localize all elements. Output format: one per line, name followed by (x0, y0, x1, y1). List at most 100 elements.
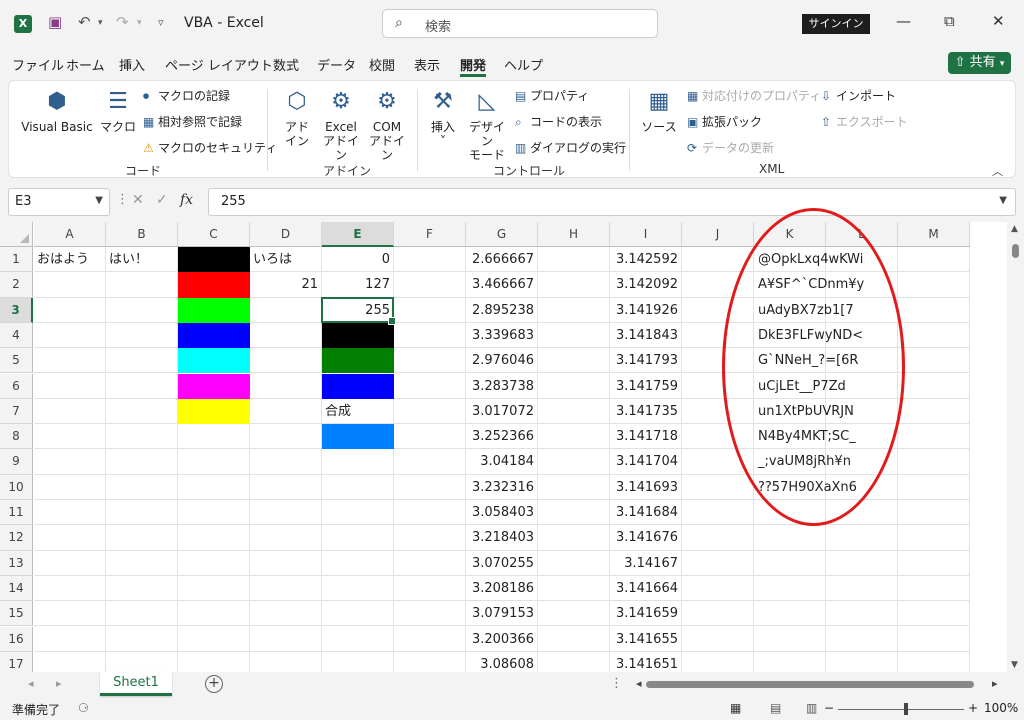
design-mode-button[interactable]: ◺ デザイン モード (465, 87, 509, 162)
import-button[interactable]: ⇩ インポート (821, 87, 896, 104)
cell-m3[interactable] (898, 297, 970, 323)
column-header-f[interactable]: F (394, 222, 466, 247)
cell-j17[interactable] (682, 651, 754, 672)
cell-h1[interactable] (538, 247, 610, 273)
zoom-slider-knob[interactable] (904, 703, 908, 715)
cell-d16[interactable] (250, 626, 322, 652)
cell-g4[interactable]: 3.339683 (466, 322, 538, 349)
column-header-e[interactable]: E (322, 222, 394, 247)
select-all-button[interactable] (0, 222, 33, 247)
sign-in-button[interactable]: サインイン (802, 14, 870, 34)
cell-c10[interactable] (178, 474, 250, 500)
cell-b12[interactable] (106, 525, 178, 551)
prev-sheet-icon[interactable]: ◂ (28, 677, 34, 690)
cell-i5[interactable]: 3.141793 (610, 348, 682, 374)
more-options-icon[interactable]: ⋮ (116, 192, 129, 207)
formula-input[interactable]: 255 ▼ (208, 188, 1016, 216)
cell-h8[interactable] (538, 424, 610, 450)
add-sheet-icon[interactable]: + (205, 675, 223, 693)
cell-m12[interactable] (898, 525, 970, 551)
cell-e9[interactable] (322, 449, 394, 475)
minimize-icon[interactable]: — (896, 12, 911, 30)
row-header-17[interactable]: 17 (0, 651, 33, 672)
cell-i1[interactable]: 3.142592 (610, 247, 682, 273)
cell-a14[interactable] (34, 575, 106, 602)
tab-review[interactable]: 校閲 (369, 55, 395, 74)
cell-c9[interactable] (178, 449, 250, 475)
cell-b5[interactable] (106, 348, 178, 374)
cell-m13[interactable] (898, 550, 970, 576)
cell-k16[interactable] (754, 626, 826, 652)
cell-j10[interactable] (682, 474, 754, 500)
cell-j12[interactable] (682, 525, 754, 551)
row-header-4[interactable]: 4 (0, 322, 33, 349)
search-box[interactable]: ⌕ 検索 (382, 9, 658, 38)
cell-f6[interactable] (394, 373, 466, 399)
cell-a3[interactable] (34, 297, 106, 323)
cell-d7[interactable] (250, 398, 322, 425)
cell-a4[interactable] (34, 322, 106, 349)
cell-a5[interactable] (34, 348, 106, 374)
cell-i15[interactable]: 3.141659 (610, 601, 682, 627)
cell-l12[interactable] (826, 525, 898, 551)
row-header-2[interactable]: 2 (0, 272, 33, 298)
row-header-6[interactable]: 6 (0, 373, 33, 399)
cell-f12[interactable] (394, 525, 466, 551)
cell-i17[interactable]: 3.141651 (610, 651, 682, 672)
cell-b6[interactable] (106, 373, 178, 399)
row-header-10[interactable]: 10 (0, 474, 33, 500)
cell-e10[interactable] (322, 474, 394, 500)
cell-b14[interactable] (106, 575, 178, 602)
cell-d14[interactable] (250, 575, 322, 602)
cell-b9[interactable] (106, 449, 178, 475)
cell-f5[interactable] (394, 348, 466, 374)
cell-m17[interactable] (898, 651, 970, 672)
cell-g12[interactable]: 3.218403 (466, 525, 538, 551)
scroll-down-icon[interactable]: ▼ (1011, 660, 1018, 670)
cell-b13[interactable] (106, 550, 178, 576)
row-header-15[interactable]: 15 (0, 601, 33, 627)
cell-d13[interactable] (250, 550, 322, 576)
cell-i2[interactable]: 3.142092 (610, 272, 682, 298)
share-button[interactable]: ⇧ 共有 ▾ (948, 52, 1011, 74)
column-header-h[interactable]: H (538, 222, 610, 247)
cell-m10[interactable] (898, 474, 970, 500)
insert-function-icon[interactable]: fx (180, 192, 193, 208)
cell-j11[interactable] (682, 500, 754, 526)
cell-g14[interactable]: 3.208186 (466, 575, 538, 602)
cell-e4[interactable] (322, 322, 394, 349)
cell-g2[interactable]: 3.466667 (466, 272, 538, 298)
cell-a11[interactable] (34, 500, 106, 526)
sheet-tab[interactable]: Sheet1 (100, 672, 172, 696)
cell-m2[interactable] (898, 272, 970, 298)
cell-d11[interactable] (250, 500, 322, 526)
cell-c11[interactable] (178, 500, 250, 526)
enter-icon[interactable]: ✓ (156, 192, 168, 208)
cell-g8[interactable]: 3.252366 (466, 424, 538, 450)
cell-f13[interactable] (394, 550, 466, 576)
name-box[interactable]: E3 ▼ (8, 188, 110, 216)
cell-f16[interactable] (394, 626, 466, 652)
cell-m6[interactable] (898, 373, 970, 399)
cell-m4[interactable] (898, 322, 970, 349)
redo-icon[interactable]: ↷ (116, 13, 129, 31)
collapse-ribbon-icon[interactable]: ︿ (992, 163, 1003, 179)
cell-e16[interactable] (322, 626, 394, 652)
horizontal-scrollbar-thumb[interactable] (646, 681, 974, 688)
cell-e2[interactable]: 127 (322, 272, 394, 298)
cell-e11[interactable] (322, 500, 394, 526)
macro-button[interactable]: ☰ マクロ (97, 87, 139, 134)
cell-d9[interactable] (250, 449, 322, 475)
cell-b11[interactable] (106, 500, 178, 526)
cell-k13[interactable] (754, 550, 826, 576)
zoom-in-icon[interactable]: + (968, 701, 978, 715)
cell-d8[interactable] (250, 424, 322, 450)
next-sheet-icon[interactable]: ▸ (56, 677, 62, 690)
cell-f4[interactable] (394, 322, 466, 349)
row-header-5[interactable]: 5 (0, 348, 33, 374)
cell-i3[interactable]: 3.141926 (610, 297, 682, 323)
cell-h16[interactable] (538, 626, 610, 652)
cell-m15[interactable] (898, 601, 970, 627)
page-break-view-icon[interactable]: ▥ (806, 701, 817, 715)
maximize-icon[interactable]: ⧉ (944, 12, 955, 30)
